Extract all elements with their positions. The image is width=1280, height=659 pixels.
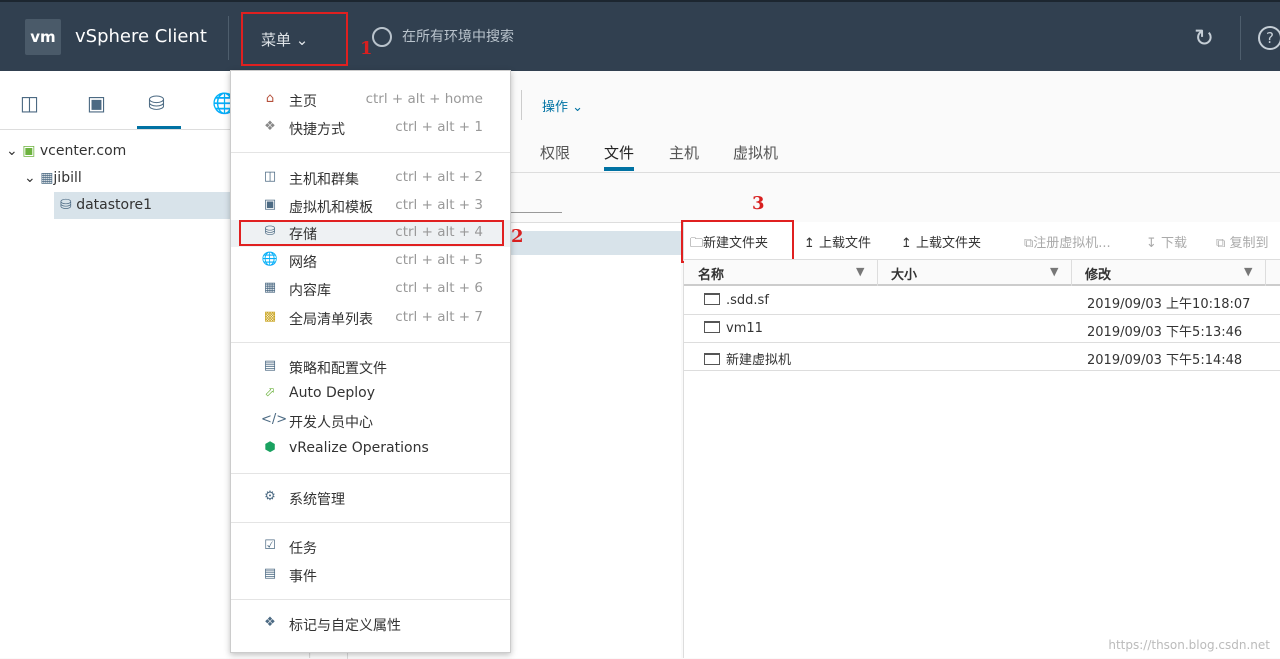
filter-icon[interactable]: ▼ xyxy=(856,265,864,278)
menu-item-policies[interactable]: ▤ 策略和配置文件 xyxy=(231,354,510,381)
datastore-icon: ⛁ xyxy=(60,197,72,213)
administration-icon: ⚙ xyxy=(264,489,276,504)
highlight-box-2 xyxy=(239,220,504,246)
tasks-icon: ☑ xyxy=(264,538,276,553)
copy-icon: ⧉ xyxy=(1216,236,1226,251)
vms-templates-icon: ▣ xyxy=(263,197,277,212)
search-icon xyxy=(372,27,392,47)
menu-label: 菜单 xyxy=(261,31,292,49)
folder-icon xyxy=(704,321,720,333)
menu-item-tasks[interactable]: ☑ 任务 xyxy=(231,534,510,561)
register-vm-icon: ⧉ xyxy=(1024,236,1034,251)
menu-item-administration[interactable]: ⚙ 系统管理 xyxy=(231,485,510,512)
app-title: vSphere Client xyxy=(75,26,207,47)
tags-icon: ❖ xyxy=(264,615,276,630)
menu-item-events[interactable]: ▤ 事件 xyxy=(231,562,510,589)
home-icon: ⌂ xyxy=(265,91,275,106)
watermark: https://thson.blog.csdn.net xyxy=(1108,638,1270,652)
highlight-box-3 xyxy=(681,220,794,263)
hosts-clusters-icon: ◫ xyxy=(263,169,277,184)
auto-deploy-icon: ⬀ xyxy=(264,385,276,400)
annotation-2: 2 xyxy=(511,226,524,247)
upload-file-button[interactable]: ↥ 上载文件 xyxy=(804,232,871,251)
table-row[interactable]: vm11 2019/09/03 下午5:13:46 xyxy=(684,315,1280,343)
copy-to-button[interactable]: ⧉ 复制到 xyxy=(1216,232,1268,251)
global-inventory-icon: ▩ xyxy=(263,309,277,324)
tab-vms[interactable]: 虚拟机 xyxy=(733,142,778,163)
menu-item-vms-templates[interactable]: ▣ 虚拟机和模板 ctrl + alt + 3 xyxy=(231,193,510,220)
folder-icon xyxy=(704,293,720,305)
col-modified[interactable]: 修改 xyxy=(1085,264,1111,283)
storage-icon[interactable]: ⛁ xyxy=(148,91,165,115)
download-icon: ↧ xyxy=(1146,236,1157,251)
search-input[interactable]: 在所有环境中搜索 xyxy=(372,26,514,47)
datacenter-icon: ▦ xyxy=(40,170,54,186)
menu-item-tags[interactable]: ❖ 标记与自定义属性 xyxy=(231,611,510,638)
menu-item-content-library[interactable]: ▦ 内容库 ctrl + alt + 6 xyxy=(231,276,510,303)
upload-icon: ↥ xyxy=(901,236,912,251)
menu-item-hosts-clusters[interactable]: ◫ 主机和群集 ctrl + alt + 2 xyxy=(231,165,510,192)
vms-templates-icon[interactable]: ▣ xyxy=(87,91,106,115)
menu-item-vrealize[interactable]: ⬢ vRealize Operations xyxy=(231,436,510,463)
col-name[interactable]: 名称 xyxy=(698,264,724,283)
vcenter-icon: ▣ xyxy=(22,143,36,159)
hosts-clusters-icon[interactable]: ◫ xyxy=(20,91,39,115)
download-button[interactable]: ↧ 下载 xyxy=(1146,232,1187,251)
tab-permissions[interactable]: 权限 xyxy=(540,142,570,163)
chevron-down-icon: ⌄ xyxy=(295,31,309,49)
top-header: vm vSphere Client 菜单 ⌄ 在所有环境中搜索 ↻ ? xyxy=(0,0,1280,71)
refresh-icon[interactable]: ↻ xyxy=(1194,24,1214,52)
menu-item-developer-center[interactable]: </> 开发人员中心 xyxy=(231,408,510,435)
policies-icon: ▤ xyxy=(263,358,277,373)
filter-icon[interactable]: ▼ xyxy=(1050,265,1058,278)
menu-item-network[interactable]: 🌐 网络 ctrl + alt + 5 xyxy=(231,248,510,275)
menu-button[interactable]: 菜单 ⌄ xyxy=(241,12,348,66)
divider xyxy=(228,16,229,60)
table-row[interactable]: 新建虚拟机 2019/09/03 下午5:14:48 xyxy=(684,343,1280,371)
vrealize-icon: ⬢ xyxy=(264,440,276,455)
actions-menu[interactable]: 操作 ⌄ xyxy=(521,90,583,120)
filter-icon[interactable]: ▼ xyxy=(1244,265,1252,278)
table-header: 名称 ▼ 大小 ▼ 修改 ▼ xyxy=(684,259,1280,286)
menu-item-global-inventory[interactable]: ▩ 全局清单列表 ctrl + alt + 7 xyxy=(231,305,510,332)
menu-item-auto-deploy[interactable]: ⬀ Auto Deploy xyxy=(231,381,510,408)
col-size[interactable]: 大小 xyxy=(891,264,917,283)
upload-icon: ↥ xyxy=(804,236,815,251)
developer-center-icon: </> xyxy=(261,412,288,427)
menu-item-shortcuts[interactable]: ❖ 快捷方式 ctrl + alt + 1 xyxy=(231,115,510,142)
content-library-icon: ▦ xyxy=(263,280,277,295)
main-menu-dropdown: ⌂ 主页 ctrl + alt + home ❖ 快捷方式 ctrl + alt + 1… xyxy=(230,70,511,653)
table-row[interactable]: .sdd.sf 2019/09/03 上午10:18:07 xyxy=(684,287,1280,315)
register-vm-button[interactable]: ⧉注册虚拟机... xyxy=(1024,232,1111,251)
vm-logo: vm xyxy=(25,19,61,55)
network-icon: 🌐 xyxy=(261,252,279,267)
menu-item-home[interactable]: ⌂ 主页 ctrl + alt + home xyxy=(231,87,510,114)
tab-files[interactable]: 文件 xyxy=(604,142,635,171)
search-placeholder: 在所有环境中搜索 xyxy=(402,29,514,45)
events-icon: ▤ xyxy=(263,566,277,581)
upload-folder-button[interactable]: ↥ 上载文件夹 xyxy=(901,232,981,251)
folder-icon xyxy=(704,353,720,365)
shortcuts-icon: ❖ xyxy=(264,119,276,134)
help-icon[interactable]: ? xyxy=(1258,26,1280,50)
annotation-3: 3 xyxy=(752,193,765,214)
tab-hosts[interactable]: 主机 xyxy=(669,142,699,163)
annotation-1: 1 xyxy=(360,38,373,59)
